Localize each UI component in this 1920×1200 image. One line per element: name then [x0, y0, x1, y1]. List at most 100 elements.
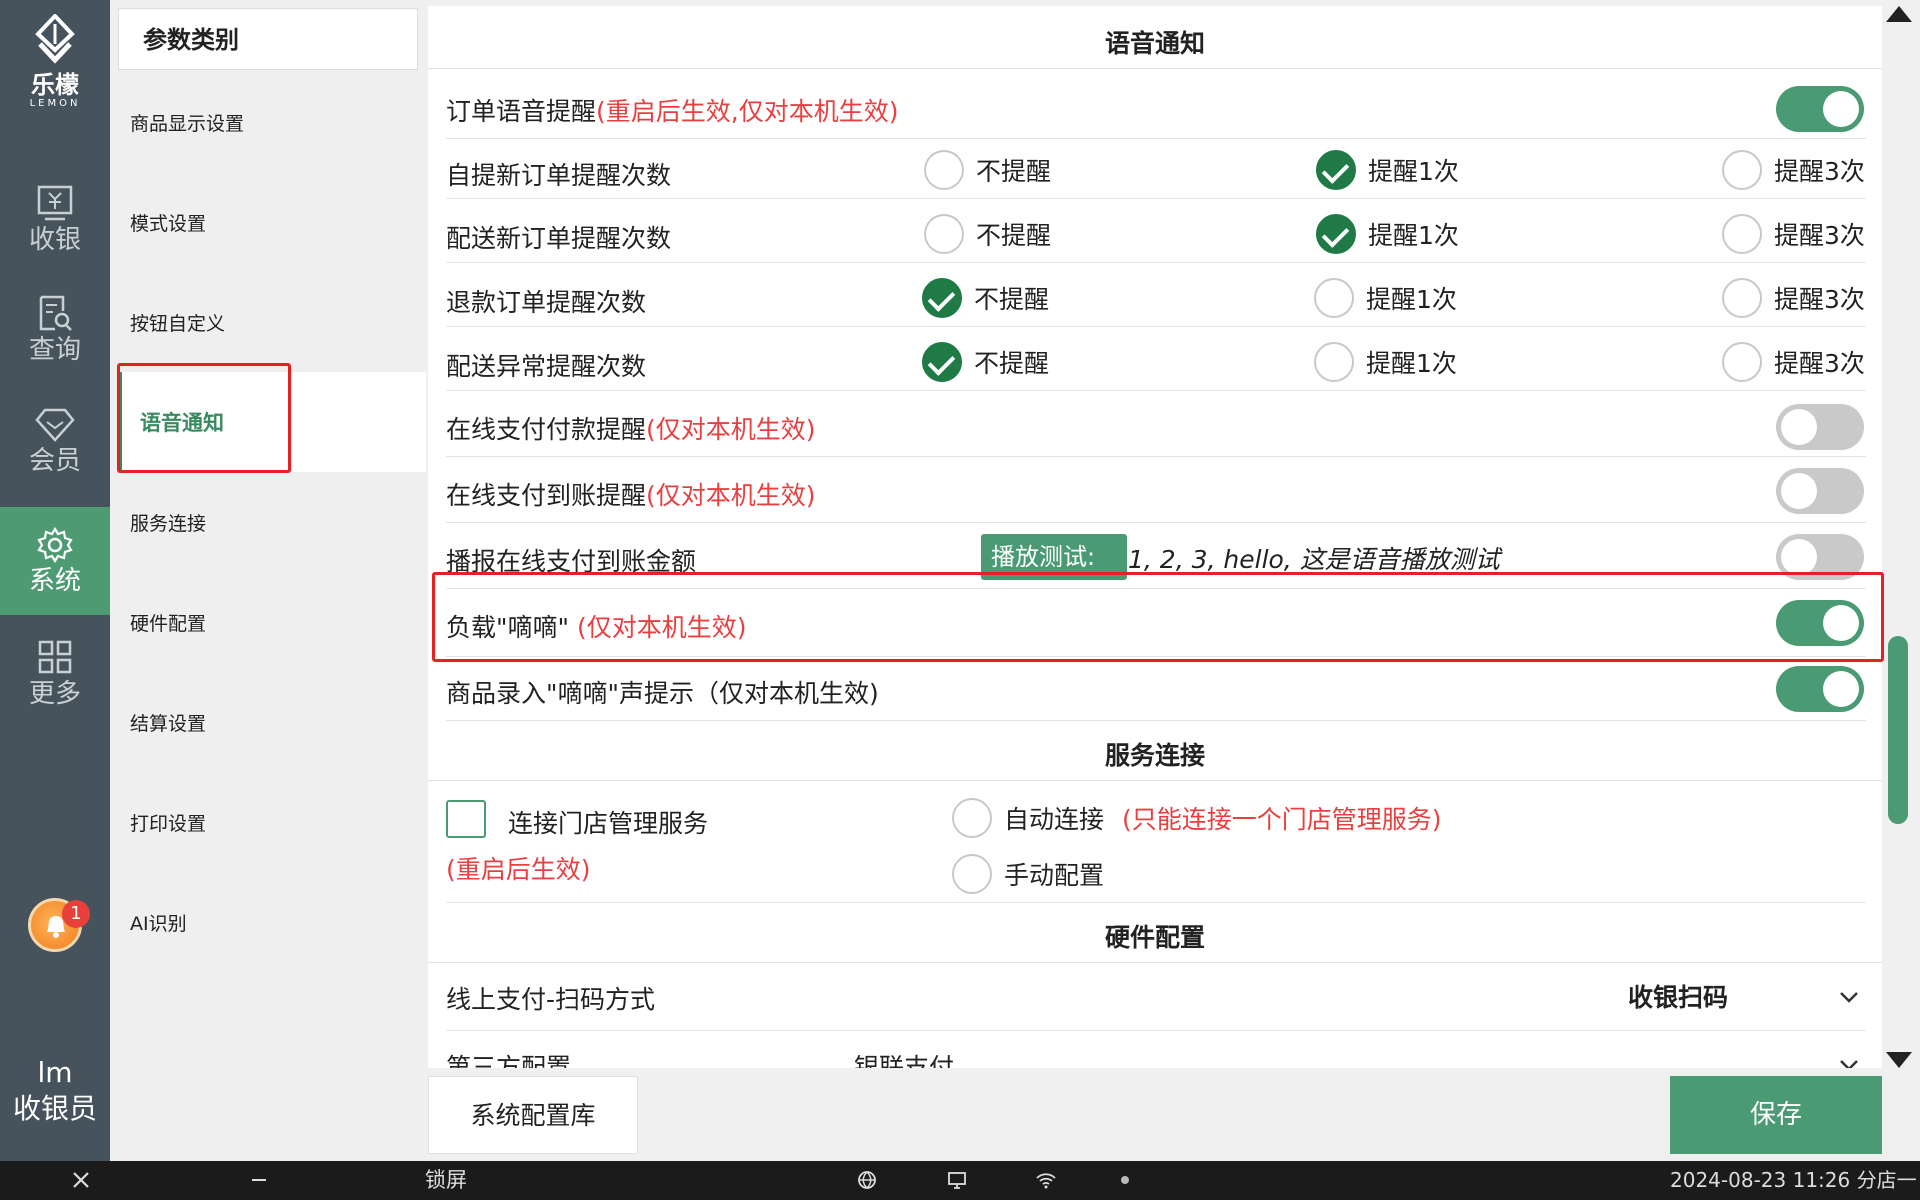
order-voice-toggle[interactable]	[1776, 86, 1864, 132]
manual-config-label: 手动配置	[1004, 861, 1105, 890]
online-pay-remind-note: (仅对本机生效)	[646, 415, 816, 444]
radio-circle-checked	[1316, 214, 1356, 254]
category-item-buttons[interactable]: 按钮自定义	[110, 272, 426, 372]
online-pay-remind-text: 在线支付付款提醒	[446, 415, 647, 444]
highlight-box-category	[117, 363, 291, 473]
pickup-remind-label: 自提新订单提醒次数	[446, 161, 672, 190]
delivery-remind-label: 配送新订单提醒次数	[446, 224, 672, 253]
category-item-service[interactable]: 服务连接	[110, 472, 426, 572]
config-library-button[interactable]: 系统配置库	[428, 1076, 638, 1154]
globe-icon[interactable]	[856, 1161, 878, 1200]
lock-screen-button[interactable]: 锁屏	[425, 1161, 467, 1200]
divider	[446, 262, 1866, 263]
nav-member[interactable]: 会员	[0, 387, 110, 495]
category-item-hardware[interactable]: 硬件配置	[110, 572, 426, 672]
radio-circle	[1722, 214, 1762, 254]
store-name: 分店一	[1856, 1168, 1917, 1192]
category-item-mode[interactable]: 模式设置	[110, 172, 426, 272]
radio-circle	[1314, 278, 1354, 318]
save-button[interactable]: 保存	[1670, 1076, 1882, 1154]
scroll-up-arrow-icon[interactable]	[1886, 6, 1912, 22]
nav-more[interactable]: 更多	[0, 620, 110, 728]
nav-cashier-label: 收银	[28, 225, 81, 255]
pickup-remind-once[interactable]: 提醒1次	[1316, 150, 1459, 190]
delivery-remind-thrice[interactable]: 提醒3次	[1722, 214, 1865, 254]
goods-beep-toggle[interactable]	[1776, 666, 1864, 712]
manual-config-option[interactable]: 手动配置	[952, 854, 1104, 894]
close-icon[interactable]	[70, 1161, 92, 1200]
category-header: 参数类别	[118, 8, 418, 70]
member-icon	[35, 408, 75, 442]
wifi-icon[interactable]	[1035, 1161, 1057, 1200]
section-title-voice: 语音通知	[1104, 29, 1205, 58]
section-title-hardware: 硬件配置	[1104, 923, 1205, 952]
query-icon	[39, 295, 72, 331]
pickup-remind-thrice[interactable]: 提醒3次	[1722, 150, 1865, 190]
delivery-exception-thrice[interactable]: 提醒3次	[1722, 342, 1865, 382]
delivery-exception-none[interactable]: 不提醒	[922, 342, 1049, 382]
third-party-label: 第三方配置	[446, 1053, 572, 1068]
user-info[interactable]: lm 收银员	[0, 1055, 110, 1127]
radio-circle	[1314, 342, 1354, 382]
refund-remind-none[interactable]: 不提醒	[922, 278, 1049, 318]
monitor-icon[interactable]	[946, 1161, 968, 1200]
delivery-exception-label: 配送异常提醒次数	[446, 352, 647, 381]
notification-badge: 1	[62, 900, 90, 928]
divider	[428, 780, 1882, 781]
option-label: 不提醒	[974, 285, 1050, 314]
pickup-remind-none[interactable]: 不提醒	[924, 150, 1051, 190]
online-arrive-remind-label: 在线支付到账提醒(仅对本机生效)	[446, 476, 816, 512]
scroll-down-arrow-icon[interactable]	[1886, 1052, 1912, 1068]
refund-remind-once[interactable]: 提醒1次	[1314, 278, 1457, 318]
nav-member-label: 会员	[28, 446, 81, 476]
nav-system[interactable]: 系统	[0, 507, 110, 615]
gear-icon	[37, 526, 73, 564]
chevron-down-icon[interactable]	[1838, 1054, 1860, 1068]
nav-cashier[interactable]: 收银	[0, 166, 110, 274]
section-title-service: 服务连接	[1104, 741, 1205, 770]
auto-connect-option[interactable]: 自动连接 (只能连接一个门店管理服务)	[952, 798, 1442, 838]
radio-circle-checked	[922, 278, 962, 318]
delivery-exception-once[interactable]: 提醒1次	[1314, 342, 1457, 382]
order-voice-note: (重启后生效,仅对本机生效)	[596, 97, 899, 126]
radio-circle-checked	[922, 342, 962, 382]
online-arrive-remind-note: (仅对本机生效)	[646, 481, 816, 510]
brand-sub: LEMON	[29, 98, 81, 109]
delivery-remind-none[interactable]: 不提醒	[924, 214, 1051, 254]
divider	[446, 720, 1866, 721]
goods-beep-label: 商品录入"嘀嘀"声提示（仅对本机生效)	[446, 679, 879, 708]
nav-query[interactable]: 查询	[0, 276, 110, 384]
option-label: 提醒3次	[1774, 157, 1865, 186]
refund-remind-label: 退款订单提醒次数	[446, 288, 647, 317]
grid-icon	[38, 640, 72, 674]
category-item-goods-display[interactable]: 商品显示设置	[110, 72, 426, 172]
refund-remind-thrice[interactable]: 提醒3次	[1722, 278, 1865, 318]
online-arrive-remind-toggle[interactable]	[1776, 468, 1864, 514]
scrollbar-thumb[interactable]	[1888, 636, 1908, 824]
radio-circle	[924, 150, 964, 190]
connect-store-checkbox[interactable]	[446, 800, 486, 838]
scan-mode-value[interactable]: 收银扫码	[1628, 978, 1728, 1014]
divider	[428, 962, 1882, 963]
option-label: 不提醒	[974, 349, 1050, 378]
scrollbar[interactable]	[1884, 6, 1914, 1068]
divider	[446, 1030, 1866, 1031]
order-voice-text: 订单语音提醒	[446, 97, 597, 126]
connect-restart-note: (重启后生效)	[446, 855, 591, 884]
auto-connect-label: 自动连接	[1004, 805, 1105, 834]
divider	[446, 326, 1866, 327]
category-item-print[interactable]: 打印设置	[110, 772, 426, 872]
chevron-down-icon[interactable]	[1838, 986, 1860, 1008]
delivery-remind-once[interactable]: 提醒1次	[1316, 214, 1459, 254]
cashier-icon	[37, 185, 73, 221]
category-list: 参数类别 商品显示设置 模式设置 按钮自定义 语音通知 服务连接 硬件配置 结算…	[110, 0, 426, 1161]
minimize-icon[interactable]	[248, 1161, 270, 1200]
radio-circle	[1722, 150, 1762, 190]
lemon-logo-icon	[35, 14, 75, 64]
nav-system-label: 系统	[28, 566, 81, 596]
category-item-ai[interactable]: AI识别	[110, 872, 426, 972]
online-pay-remind-toggle[interactable]	[1776, 404, 1864, 450]
third-party-value[interactable]: 银联支付	[854, 1048, 954, 1068]
option-label: 提醒3次	[1774, 349, 1865, 378]
category-item-settlement[interactable]: 结算设置	[110, 672, 426, 772]
